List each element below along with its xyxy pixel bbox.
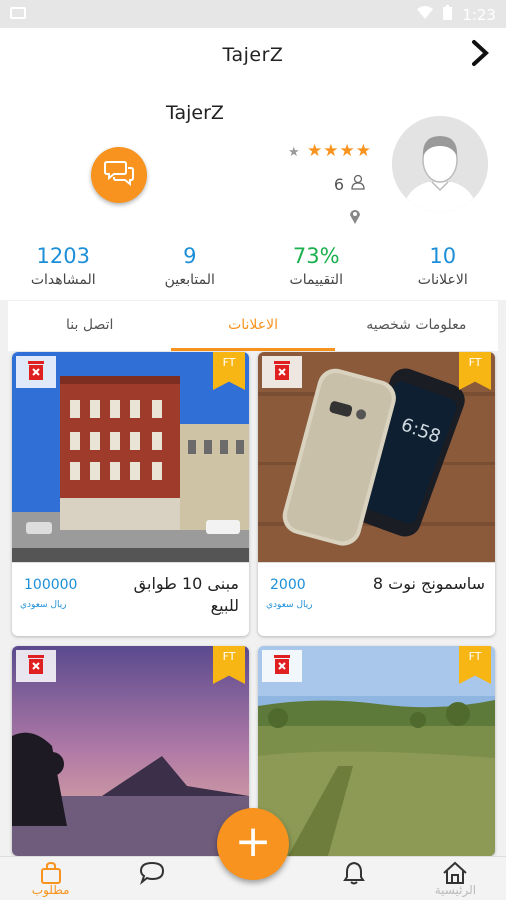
page-title: TajerZ [222,44,284,66]
listing-price: 2000 [270,577,306,593]
user-icon [350,174,366,194]
listing-image[interactable]: FT [258,646,495,856]
followers-count: 6 [334,174,366,194]
stat-views: 1203 المشاهدات [30,244,96,288]
profile-name: TajerZ [166,102,224,124]
nav-wanted-label: مطلوب [31,883,70,897]
bell-icon [343,861,366,888]
nav-home-label: الرئيسية [434,883,477,897]
stat-ratings: 73% التقييمات [289,244,343,288]
listing-title: مبنى 10 طوابق للبيع [133,574,239,615]
delete-button[interactable] [262,650,302,682]
rating-stars: ★ ★★★★ [288,141,372,161]
tab-contact-us[interactable]: اتصل بنا [8,301,171,351]
wifi-icon [417,5,434,24]
listing-price: 100000 [24,577,78,593]
trash-icon [272,359,292,385]
status-time: 1:23 [462,5,496,24]
plus-icon: + [234,816,272,867]
trash-icon [26,359,46,385]
listing-image[interactable]: FT [12,646,249,856]
status-bar: 1:23 [0,0,506,28]
delete-button[interactable] [16,650,56,682]
nav-notifications[interactable] [304,857,405,900]
trash-icon [272,653,292,679]
stat-ads: 10 الاعلانات [417,244,468,288]
listing-info: مبنى 10 طوابق للبيع 100000 ريال سعودي [12,562,249,636]
listing-card[interactable]: FT [258,646,495,856]
battery-icon [443,5,453,24]
notification-icon [10,7,26,19]
app-bar: TajerZ [0,28,506,86]
tab-personal-info[interactable]: معلومات شخصيه [335,301,498,351]
listing-info: ساسمونج نوت 8 2000 ريال سعودي [258,562,495,636]
star-filled-icon: ★★★★ [307,141,372,161]
chat-icon [139,861,165,888]
trash-icon [26,653,46,679]
nav-messages[interactable] [101,857,202,900]
back-arrow-icon[interactable] [470,38,490,76]
listing-currency: ريال سعودي [266,600,313,610]
chat-button[interactable] [91,147,147,203]
stats-row: 10 الاعلانات 73% التقييمات 9 المتابعين 1… [0,244,506,300]
listing-card[interactable]: FT مبنى 10 طوابق للبيع 100000 ريال سعودي [12,352,249,636]
nav-home[interactable]: الرئيسية [405,857,506,900]
add-listing-button[interactable]: + [217,808,289,880]
listing-image[interactable]: 6:58 FT [258,352,495,562]
listing-image[interactable]: FT [12,352,249,562]
listing-currency: ريال سعودي [20,600,67,610]
delete-button[interactable] [262,356,302,388]
delete-button[interactable] [16,356,56,388]
listing-card[interactable]: FT [12,646,249,856]
chat-bubbles-icon [104,160,134,190]
listing-card[interactable]: 6:58 FT ساسمونج نوت 8 2000 ريال سعودي [258,352,495,636]
avatar[interactable] [392,116,488,212]
stat-followers: 9 المتابعين [164,244,215,288]
listing-title: ساسمونج نوت 8 [372,574,485,593]
location-pin-icon [349,208,361,228]
tab-ads[interactable]: الاعلانات [171,301,335,351]
star-empty-icon: ★ [287,145,301,160]
nav-wanted[interactable]: مطلوب [0,857,101,900]
profile-tabs: معلومات شخصيه الاعلانات اتصل بنا [8,301,498,351]
